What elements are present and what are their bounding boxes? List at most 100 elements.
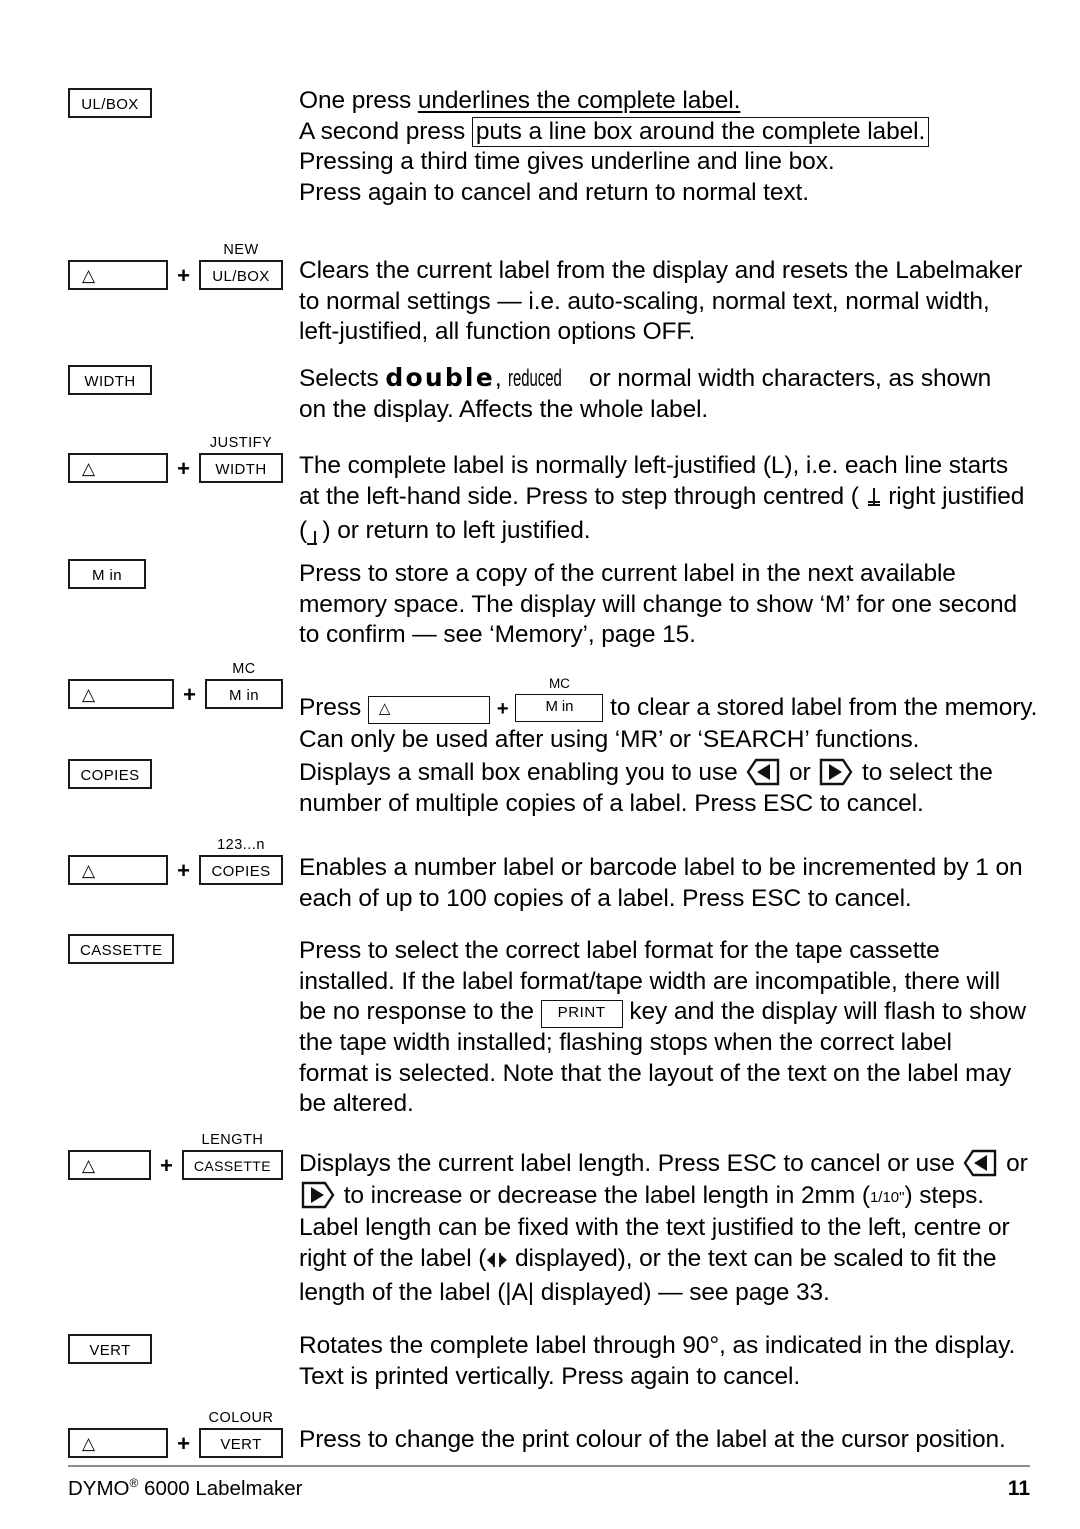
brand-name: DYMO [68,1477,130,1500]
key-m-in-shifted[interactable]: M in [205,678,283,709]
desc-line: to normal settings — i.e. auto-scaling, … [299,287,990,315]
key-width[interactable]: WIDTH [68,365,152,395]
key-cap-label-justify: JUSTIFY [209,435,273,451]
footer-content: DYMO® 6000 Labelmaker 11 [68,1476,1030,1501]
description-number: Enables a number label or barcode label … [299,853,1047,914]
inline-shifted-key-group: MC M in [515,676,604,722]
text-fragment: Displays a small box enabling you to use [299,759,745,786]
shifted-key-group: LENGTH CASSETTE [181,1133,283,1180]
text-fragment: right of the label ( [299,1244,487,1272]
desc-line: right of the label ( displayed), or the … [299,1244,1047,1279]
description-new: Clears the current label from the displa… [299,256,1047,348]
key-combination: △ + LENGTH CASSETTE [68,1133,283,1180]
text-fragment: to clear a stored label from the memory. [603,694,1038,721]
description-cassette: Press to select the correct label format… [299,936,1047,1120]
key-shift[interactable]: △ [68,259,169,290]
plus-sign: + [177,857,190,883]
key-shift[interactable]: △ [68,1427,169,1458]
key-cassette-shifted[interactable]: CASSETTE [181,1149,283,1180]
desc-line: number of multiple copies of a label. Pr… [299,789,924,817]
footer-product-name: DYMO® 6000 Labelmaker [68,1476,302,1501]
key-shift[interactable]: △ [68,854,169,885]
key-copies[interactable]: COPIES [68,759,152,789]
key-copies-shifted[interactable]: COPIES [199,854,283,885]
desc-line: Press △ + MC M in to clear a stored label f… [299,676,1047,725]
plus-sign: + [177,455,190,481]
text-fragment: right justified [881,482,1025,510]
desc-line: Can only be used after using ‘MR’ or ‘SE… [299,725,920,753]
desc-line: Press again to cancel and return to norm… [299,178,809,206]
centre-justify-glyph-icon [866,486,882,517]
desc-line: at the left-hand side. Press to step thr… [299,482,1047,517]
left-arrow-key-icon[interactable] [746,757,780,787]
key-combination: △ + 123...n COPIES [68,838,283,885]
key-diagram-mc: △ + MC M in [68,662,283,709]
description-mc: Press △ + MC M in to clear a stored label f… [299,676,1047,755]
text-fragment: to increase or decrease the label length… [337,1181,870,1209]
plus-sign: + [177,1430,190,1456]
right-arrow-key-icon[interactable] [301,1180,335,1210]
plus-sign: + [183,681,196,707]
key-diagram-copies: COPIES [68,759,283,789]
key-cap-label-colour: COLOUR [208,1410,274,1426]
text-fragment: ) or return to left justified. [315,517,591,544]
key-ulbox[interactable]: UL/BOX [68,88,152,118]
inline-key-m-in[interactable]: M in [515,694,604,722]
desc-line: Text is printed vertically. Press again … [299,1362,801,1390]
key-diagram-vert: VERT [68,1334,283,1364]
description-width: Selects double, reduced or normal width … [299,363,1047,425]
text-fragment: to select the [855,759,993,786]
desc-line: A second press puts a line box around th… [299,116,1047,148]
desc-line: Rotates the complete label through 90°, … [299,1332,1016,1359]
double-width-sample: double [385,363,495,392]
plus-sign: + [160,1152,173,1178]
desc-line: One press underlines the complete label. [299,86,1047,117]
shifted-key-group: COLOUR VERT [199,1411,283,1458]
text-fragment: key and the display will flash to show [622,998,1026,1025]
desc-line: Label length can be fixed with the text … [299,1214,1010,1241]
text-fragment: or [999,1150,1028,1177]
key-shift[interactable]: △ [68,452,169,483]
plus-sign: + [177,262,190,288]
key-shift[interactable]: △ [68,678,175,709]
desc-line: Displays the current label length. Press… [299,1148,1047,1180]
shifted-key-group: MC M in [205,662,283,709]
desc-line: Press to select the correct label format… [299,937,940,964]
desc-line: Displays a small box enabling you to use… [299,757,1047,789]
desc-line: Clears the current label from the displa… [299,257,1023,284]
inline-key-print[interactable]: PRINT [540,1000,623,1028]
key-m-in[interactable]: M in [68,559,146,589]
text-fragment: or [782,759,818,786]
manual-page: UL/BOX One press underlines the complete… [0,0,1080,1529]
key-vert-shifted[interactable]: VERT [199,1427,283,1458]
text-fragment: be no response to the [299,998,541,1025]
key-diagram-number: △ + 123...n COPIES [68,838,283,885]
description-justify: The complete label is normally left-just… [299,451,1047,551]
key-combination: △ + MC M in [68,662,283,709]
justify-arrows-glyph-icon [486,1248,508,1279]
inline-key-cap-mc: MC [549,676,570,691]
key-diagram-width: WIDTH [68,365,283,395]
desc-line: to increase or decrease the label length… [299,1180,1047,1214]
page-footer: DYMO® 6000 Labelmaker 11 [68,1465,1030,1501]
plus-sign: + [496,698,509,720]
boxed-example-text: puts a line box around the complete labe… [471,116,930,147]
left-arrow-key-icon[interactable] [963,1148,997,1178]
key-cassette[interactable]: CASSETTE [68,934,175,964]
key-shift[interactable]: △ [68,1149,152,1180]
key-ulbox-shifted[interactable]: UL/BOX [199,259,283,290]
key-width-shifted[interactable]: WIDTH [199,452,283,483]
description-ulbox: One press underlines the complete label.… [299,86,1047,208]
model-name: 6000 Labelmaker [138,1477,303,1500]
reduced-width-sample-wrap: reduced [508,364,582,395]
right-arrow-key-icon[interactable] [819,757,853,787]
description-vert: Rotates the complete label through 90°, … [299,1331,1047,1392]
description-colour: Press to change the print colour of the … [299,1425,1047,1456]
text-fragment: Displays the current label length. Press… [299,1150,962,1177]
desc-line: format is selected. Note that the layout… [299,1059,1012,1087]
key-vert[interactable]: VERT [68,1334,152,1364]
desc-line: installed. If the label format/tape widt… [299,967,1001,995]
description-min: Press to store a copy of the current lab… [299,559,1047,651]
description-length: Displays the current label length. Press… [299,1148,1047,1309]
inline-key-shift[interactable]: △ [367,696,490,724]
